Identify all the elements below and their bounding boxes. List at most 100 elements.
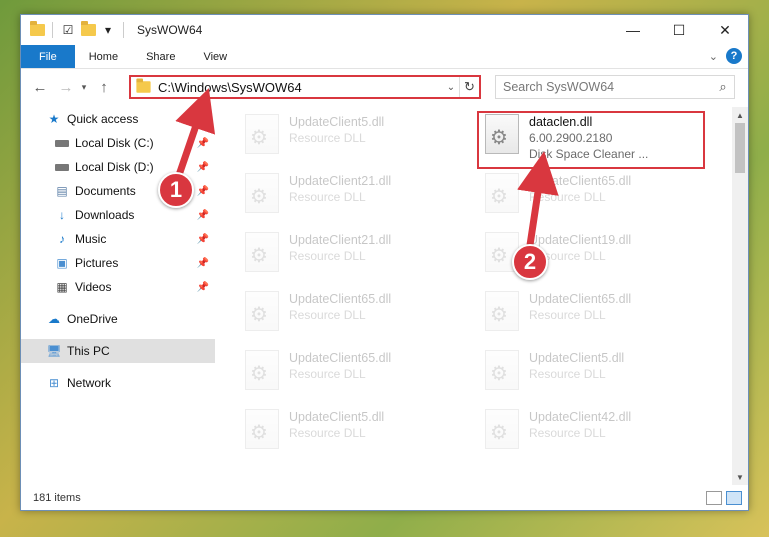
scroll-up-icon[interactable]: ▲ [732, 107, 748, 123]
nav-item-pictures[interactable]: ▣ Pictures 📌 [21, 251, 215, 275]
minimize-button[interactable]: — [610, 15, 656, 45]
file-type: Resource DLL [529, 426, 606, 440]
network-icon: ⊞ [48, 376, 60, 390]
file-name: UpdateClient21.dll [289, 174, 392, 188]
file-type: Resource DLL [289, 190, 366, 204]
file-item[interactable]: UpdateClient65.dll Resource DLL [219, 284, 459, 343]
scroll-thumb[interactable] [735, 123, 745, 173]
address-bar[interactable]: C:\Windows\SysWOW64 ⌄ ↻ [129, 75, 481, 99]
nav-item-label: Music [75, 232, 107, 246]
drive-icon [53, 139, 71, 147]
callout-step-2: 2 [512, 244, 548, 280]
tab-home[interactable]: Home [75, 45, 132, 68]
pin-icon[interactable]: 📌 [197, 186, 209, 197]
file-item[interactable]: UpdateClient19.dllResource DLL [459, 225, 699, 284]
file-item[interactable]: UpdateClient5.dll Resource DLL [459, 343, 699, 402]
videos-icon: ▦ [56, 280, 68, 294]
file-name: UpdateClient42.dll [529, 410, 632, 424]
properties-icon[interactable]: ☑ [60, 22, 76, 38]
drive-icon [53, 163, 71, 171]
nav-item-label: This PC [67, 344, 110, 358]
title-bar: ☑ ▾ SysWOW64 — ☐ ✕ [21, 15, 748, 45]
nav-item-label: Videos [75, 280, 112, 294]
view-toggle [706, 491, 742, 505]
star-icon: ★ [48, 112, 60, 126]
status-bar: 181 items [21, 486, 748, 510]
recent-locations-icon[interactable]: ▾ [77, 76, 91, 98]
file-item[interactable]: UpdateClient65.dll Resource DLL [219, 343, 459, 402]
file-name: UpdateClient65.dll [529, 174, 632, 188]
navigation-bar: ← → ▾ ↑ C:\Windows\SysWOW64 ⌄ ↻ Search S… [21, 71, 748, 103]
file-name: UpdateClient65.dll [289, 292, 392, 306]
tab-file[interactable]: File [21, 45, 75, 68]
quick-access-toolbar: ☑ ▾ [21, 21, 127, 38]
back-button[interactable]: ← [29, 76, 51, 98]
file-type: Resource DLL [289, 308, 366, 322]
dll-file-icon [485, 350, 519, 390]
file-name: UpdateClient65.dll [289, 351, 392, 365]
nav-item-this-pc[interactable]: 🖥 This PC [21, 339, 215, 363]
nav-item-local-disk-c[interactable]: Local Disk (C:) 📌 [21, 131, 215, 155]
forward-button[interactable]: → [55, 76, 77, 98]
nav-item-videos[interactable]: ▦ Videos 📌 [21, 275, 215, 299]
pin-icon[interactable]: 📌 [197, 258, 209, 269]
vertical-scrollbar[interactable]: ▲ ▼ [732, 107, 748, 485]
nav-item-label: Local Disk (D:) [75, 160, 154, 174]
nav-item-label: Network [67, 376, 112, 390]
file-item[interactable]: UpdateClient21.dll Resource DLL [219, 166, 459, 225]
callout-step-1: 1 [158, 172, 194, 208]
file-type: Resource DLL [289, 426, 366, 440]
nav-item-label: Local Disk (C:) [75, 136, 154, 150]
help-icon[interactable]: ? [726, 48, 742, 64]
pin-icon[interactable]: 📌 [197, 234, 209, 245]
chevron-down-icon[interactable]: ⌄ [443, 82, 459, 93]
new-folder-icon[interactable] [80, 21, 96, 38]
folder-icon [29, 21, 45, 38]
scroll-down-icon[interactable]: ▼ [732, 469, 748, 485]
file-name: UpdateClient19.dll [529, 233, 632, 247]
search-input[interactable]: Search SysWOW64 [503, 80, 712, 94]
file-type: Resource DLL [529, 190, 606, 204]
dll-file-icon [485, 291, 519, 331]
divider [52, 22, 53, 38]
item-count: 181 items [33, 492, 81, 504]
file-highlight-box [477, 111, 705, 169]
file-item[interactable]: UpdateClient5.dll Resource DLL [219, 402, 459, 461]
nav-item-onedrive[interactable]: ☁ OneDrive [21, 307, 215, 331]
large-icons-view-icon[interactable] [726, 491, 742, 505]
nav-item-label: Pictures [75, 256, 119, 270]
maximize-button[interactable]: ☐ [656, 15, 702, 45]
documents-icon: ▤ [56, 184, 68, 198]
file-type: Resource DLL [529, 308, 606, 322]
file-item[interactable]: UpdateClient65.dll Resource DLL [459, 166, 699, 225]
up-button[interactable]: ↑ [93, 76, 115, 98]
nav-item-downloads[interactable]: ↓ Downloads 📌 [21, 203, 215, 227]
nav-item-quick-access[interactable]: ★ Quick access [21, 107, 215, 131]
file-item[interactable]: UpdateClient65.dll Resource DLL [459, 284, 699, 343]
tab-view[interactable]: View [189, 45, 241, 68]
file-item[interactable]: UpdateClient42.dll Resource DLL [459, 402, 699, 461]
refresh-icon[interactable]: ↻ [459, 77, 479, 97]
pin-icon[interactable]: 📌 [197, 162, 209, 173]
search-box[interactable]: Search SysWOW64 ⌕ [495, 75, 735, 99]
pin-icon[interactable]: 📌 [197, 282, 209, 293]
details-view-icon[interactable] [706, 491, 722, 505]
ribbon-right: ⌄ ? [709, 48, 742, 64]
ribbon: File Home Share View ⌄ ? [21, 45, 748, 69]
nav-item-music[interactable]: ♪ Music 📌 [21, 227, 215, 251]
customize-toolbar-icon[interactable]: ▾ [100, 22, 116, 38]
pin-icon[interactable]: 📌 [197, 138, 209, 149]
downloads-icon: ↓ [59, 208, 65, 222]
expand-ribbon-icon[interactable]: ⌄ [709, 50, 718, 63]
pin-icon[interactable]: 📌 [197, 210, 209, 221]
search-icon[interactable]: ⌕ [712, 79, 734, 95]
file-item[interactable]: UpdateClient21.dll Resource DLL [219, 225, 459, 284]
file-item[interactable]: UpdateClient5.dll Resource DLL [219, 107, 459, 166]
address-path[interactable]: C:\Windows\SysWOW64 [158, 80, 443, 95]
tab-share[interactable]: Share [132, 45, 189, 68]
nav-item-network[interactable]: ⊞ Network [21, 371, 215, 395]
pictures-icon: ▣ [56, 256, 68, 270]
nav-item-label: Downloads [75, 208, 135, 222]
file-name: UpdateClient5.dll [529, 351, 625, 365]
close-button[interactable]: ✕ [702, 15, 748, 45]
